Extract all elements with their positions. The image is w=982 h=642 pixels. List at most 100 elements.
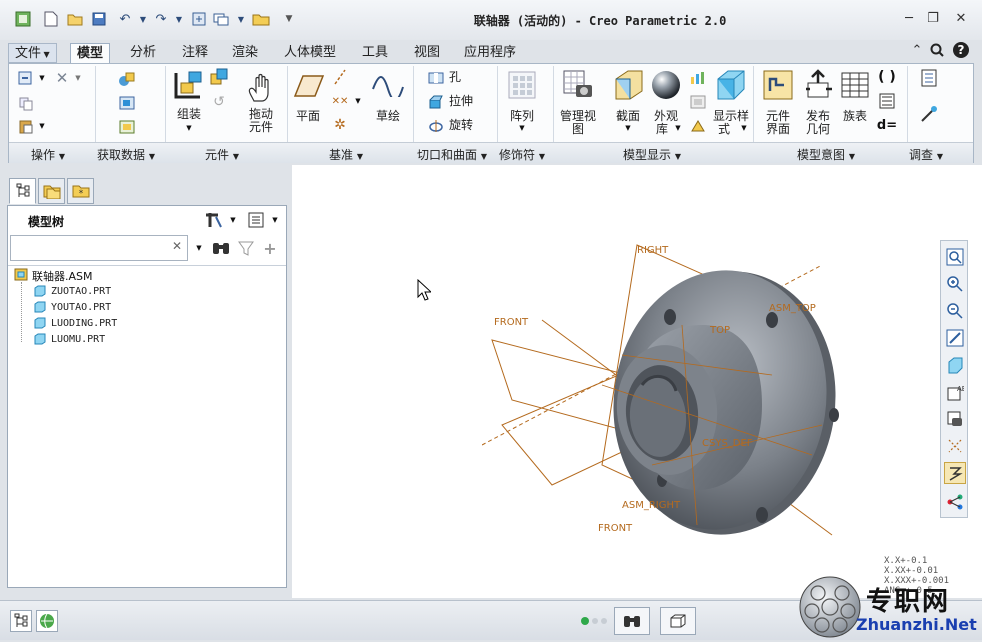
publish-geometry-label-2[interactable]: 几何 xyxy=(801,123,835,136)
tab-file[interactable]: 文件 ▼ xyxy=(8,43,57,63)
drag-component-label-2[interactable]: 元件 xyxy=(245,121,277,134)
copy-geometry-icon[interactable] xyxy=(117,94,137,112)
family-table-icon[interactable] xyxy=(839,70,871,100)
close-button[interactable]: ✕ xyxy=(950,8,972,28)
search-dropdown-icon[interactable]: ▼ xyxy=(194,241,204,255)
windows-icon[interactable] xyxy=(212,10,230,28)
regenerate-ops-icon[interactable] xyxy=(17,70,35,86)
revolve-label[interactable]: 旋转 xyxy=(449,119,473,132)
tree-root-item[interactable]: 联轴器.ASM xyxy=(32,268,93,284)
component-interface-icon[interactable] xyxy=(761,68,795,102)
pattern-label[interactable]: 阵列 xyxy=(507,110,537,123)
paste-icon[interactable] xyxy=(17,118,35,134)
relations-icon[interactable] xyxy=(877,92,897,110)
assemble-dropdown-icon[interactable]: ▼ xyxy=(184,124,194,132)
new-file-icon[interactable] xyxy=(42,10,60,28)
tab-manikin[interactable]: 人体模型 xyxy=(278,43,342,64)
tab-folder-browser[interactable] xyxy=(38,178,65,204)
refit-icon[interactable] xyxy=(944,246,966,268)
group-cut-surface[interactable]: 切口和曲面 ▼ xyxy=(417,146,487,163)
reference-viewer-icon[interactable] xyxy=(919,104,939,124)
repeat-icon[interactable]: ↺ xyxy=(209,94,229,110)
windows-dropdown-icon[interactable]: ▼ xyxy=(232,10,250,28)
plane-label[interactable]: 平面 xyxy=(293,110,323,123)
spin-center-icon[interactable] xyxy=(944,462,966,484)
zoom-in-icon[interactable] xyxy=(944,273,966,295)
regenerate-dropdown-icon[interactable]: ▼ xyxy=(37,70,47,86)
show-options-icon[interactable] xyxy=(246,211,266,229)
family-table-label[interactable]: 族表 xyxy=(839,110,871,123)
datum-plane-icon[interactable] xyxy=(293,72,325,100)
minimize-ribbon-icon[interactable]: ⌃ xyxy=(906,40,928,60)
delete-icon[interactable]: ✕ xyxy=(53,69,71,87)
group-modifier[interactable]: 修饰符 ▼ xyxy=(499,146,545,163)
user-defined-feature-icon[interactable] xyxy=(117,70,137,88)
paste-dropdown-icon[interactable]: ▼ xyxy=(37,118,47,134)
close-window-folder-icon[interactable] xyxy=(252,10,270,28)
render-icon[interactable] xyxy=(689,118,707,134)
help-icon[interactable]: ? xyxy=(950,40,972,60)
delete-dropdown-icon[interactable]: ▼ xyxy=(73,70,83,86)
tree-settings-dropdown-icon[interactable]: ▼ xyxy=(228,213,238,227)
pattern-icon[interactable] xyxy=(507,70,537,100)
group-model-intent[interactable]: 模型意图 ▼ xyxy=(797,146,855,163)
tab-model-tree[interactable] xyxy=(9,178,36,204)
tab-analysis[interactable]: 分析 xyxy=(124,43,162,64)
tab-render[interactable]: 渲染 xyxy=(226,43,264,64)
toggle-navigator-icon[interactable] xyxy=(10,610,32,632)
tree-item-luomu[interactable]: LUOMU.PRT xyxy=(51,334,105,345)
datum-point-dropdown-icon[interactable]: ▼ xyxy=(353,94,363,108)
component-interface-label-2[interactable]: 界面 xyxy=(761,123,795,136)
display-style-label-2[interactable]: 式 xyxy=(709,123,739,136)
customize-toolbar-icon[interactable]: ▼ xyxy=(280,10,298,28)
repaint-icon[interactable] xyxy=(944,327,966,349)
tab-model[interactable]: 模型 xyxy=(70,43,111,65)
show-options-dropdown-icon[interactable]: ▼ xyxy=(270,213,280,227)
group-datum[interactable]: 基准 ▼ xyxy=(329,146,363,163)
redo-icon[interactable]: ↷ xyxy=(152,10,170,28)
group-model-display[interactable]: 模型显示 ▼ xyxy=(623,146,681,163)
sketch-icon[interactable] xyxy=(371,72,405,98)
regenerate-icon[interactable] xyxy=(190,10,208,28)
datum-display-filters-icon[interactable] xyxy=(944,435,966,457)
switch-dimensions-icon[interactable]: d= xyxy=(877,116,897,134)
scene-icon[interactable] xyxy=(689,70,707,86)
filter-icon[interactable] xyxy=(236,239,256,257)
create-component-icon[interactable] xyxy=(209,68,229,86)
manage-views-icon[interactable] xyxy=(561,68,595,102)
group-component[interactable]: 元件 ▼ xyxy=(205,146,239,163)
coordinate-system-icon[interactable]: ✲ xyxy=(331,116,349,134)
appearance-gallery-icon[interactable] xyxy=(649,68,683,102)
assemble-label[interactable]: 组装 xyxy=(174,108,204,121)
tree-search-box[interactable]: ✕ xyxy=(10,235,188,261)
display-style-icon[interactable] xyxy=(713,68,747,102)
tab-annotate[interactable]: 注释 xyxy=(176,43,214,64)
tree-item-luoding[interactable]: LUODING.PRT xyxy=(51,318,117,329)
tree-item-zuotao[interactable]: ZUOTAO.PRT xyxy=(51,286,111,297)
extrude-label[interactable]: 拉伸 xyxy=(449,95,473,108)
assemble-icon[interactable] xyxy=(173,68,205,102)
section-icon[interactable] xyxy=(611,68,645,102)
find-status-icon[interactable] xyxy=(614,607,650,635)
tab-view[interactable]: 视图 xyxy=(408,43,446,64)
display-style-view-icon[interactable] xyxy=(944,354,966,376)
undo-icon[interactable]: ↶ xyxy=(116,10,134,28)
section-label[interactable]: 截面 xyxy=(609,110,647,123)
clear-search-icon[interactable]: ✕ xyxy=(172,239,182,253)
coupling-model[interactable] xyxy=(482,225,862,545)
revolve-icon[interactable] xyxy=(427,118,445,134)
find-icon[interactable] xyxy=(210,239,232,257)
group-operations[interactable]: 操作 ▼ xyxy=(31,146,65,163)
tab-tools[interactable]: 工具 xyxy=(356,43,394,64)
tree-item-youtao[interactable]: YOUTAO.PRT xyxy=(51,302,111,313)
bill-of-materials-icon[interactable] xyxy=(919,68,939,88)
pattern-dropdown-icon[interactable]: ▼ xyxy=(517,124,527,132)
view-manager-icon[interactable] xyxy=(944,408,966,430)
minimize-button[interactable]: ─ xyxy=(898,8,920,28)
perspective-icon[interactable] xyxy=(689,94,707,110)
extrude-icon[interactable] xyxy=(427,94,445,110)
annotation-display-icon[interactable] xyxy=(944,491,966,513)
shrinkwrap-icon[interactable] xyxy=(117,118,137,136)
group-get-data[interactable]: 获取数据 ▼ xyxy=(97,146,155,163)
hole-label[interactable]: 孔 xyxy=(449,71,461,84)
